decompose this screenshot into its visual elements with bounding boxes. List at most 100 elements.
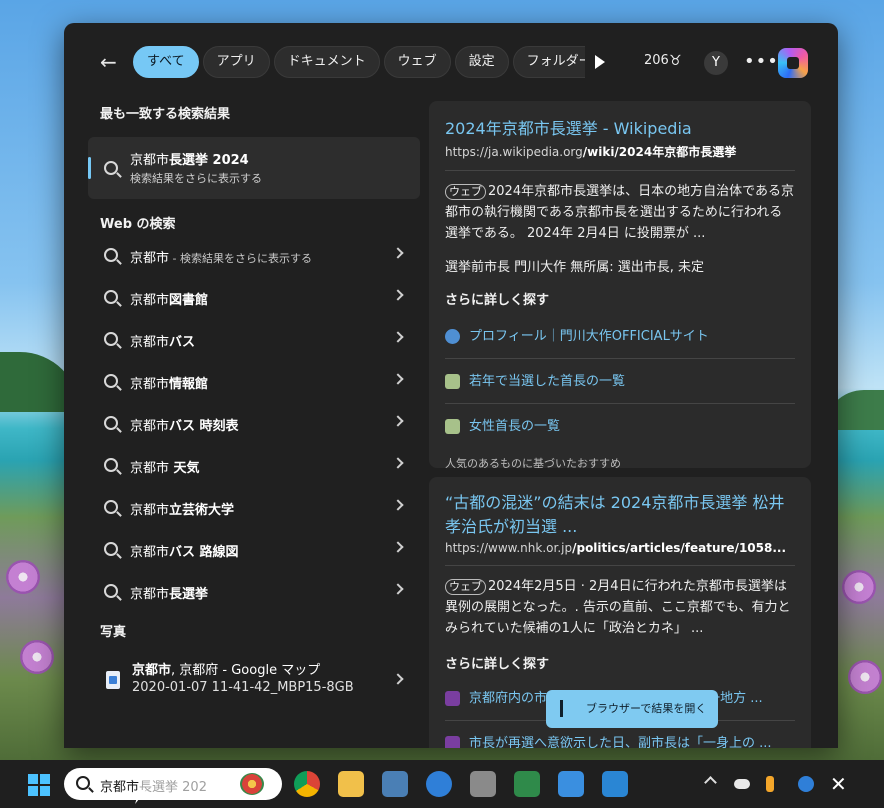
search-icon [104, 332, 118, 346]
related-link[interactable]: 女性首長の一覧 [445, 404, 795, 449]
suggestion-label: 京都市バス [130, 331, 195, 350]
app-icon[interactable] [470, 771, 496, 797]
onedrive-icon[interactable] [734, 779, 750, 789]
open-in-browser-button[interactable]: ブラウザーで結果を開く [546, 690, 718, 728]
app-icon[interactable] [426, 771, 452, 797]
rewards-medal-icon[interactable]: ♉ [669, 53, 682, 69]
explore-more-heading: さらに詳しく探す [445, 293, 550, 308]
search-highlight-icon[interactable] [240, 773, 264, 795]
info-icon [445, 329, 460, 344]
chevron-right-icon[interactable] [392, 373, 404, 385]
close-icon[interactable]: ✕ [830, 772, 847, 796]
app-icon[interactable] [602, 771, 628, 797]
search-icon [76, 776, 90, 790]
chevron-right-icon[interactable] [392, 499, 404, 511]
suggestion-label: 京都市図書館 [130, 289, 208, 308]
search-query-typed: 京都市 [100, 780, 140, 795]
suggestion-label: 京都市立芸術大学 [130, 499, 234, 518]
suggestion-prefix: 京都市 [130, 419, 170, 434]
suggestion-label: 京都市情報館 [130, 373, 208, 392]
selection-accent [88, 157, 91, 179]
best-match-item[interactable]: 京都市長選挙 2024 検索結果をさらに表示する [88, 137, 420, 199]
taskbar-search-box[interactable]: 京都市長選挙 202 [64, 768, 282, 800]
suggestion-bold: 天気 [169, 461, 200, 476]
card-url[interactable]: https://www.nhk.or.jp/politics/articles/… [445, 541, 795, 555]
chip-web[interactable]: ウェブ [383, 46, 451, 78]
web-suggestion[interactable]: 京都市情報館 [88, 361, 420, 403]
chevron-right-icon[interactable] [392, 583, 404, 595]
chevron-right-icon[interactable] [392, 457, 404, 469]
web-tag: ウェブ [445, 579, 486, 595]
card-meta: 選挙前市長 門川大作 無所属: 選出市長, 未定 [445, 260, 705, 275]
web-suggestion[interactable]: 京都市立芸術大学 [88, 487, 420, 529]
chevron-right-icon[interactable] [392, 415, 404, 427]
chip-all[interactable]: すべて [133, 46, 199, 78]
web-suggestion[interactable]: 京都市バス [88, 319, 420, 361]
best-match-heading: 最も一致する検索結果 [100, 107, 231, 122]
search-icon [104, 584, 118, 598]
card-url-base: https://www.nhk.or.jp [445, 541, 573, 555]
web-suggestion-list: 京都市 - 検索結果をさらに表示する 京都市図書館 京都市バス 京都市情報館 京… [88, 235, 420, 613]
suggestion-prefix: 京都市 [130, 377, 170, 392]
search-icon [104, 374, 118, 388]
windows-start-icon[interactable] [28, 774, 50, 796]
photos-app-icon[interactable] [382, 771, 408, 797]
avatar[interactable]: Y [704, 51, 728, 75]
search-icon [104, 161, 118, 175]
card-title-link[interactable]: “古都の混迷”の結末は 2024京都市長選挙 松井孝治氏が初当選 ... [445, 491, 795, 539]
rewards-points[interactable]: 206 [644, 53, 669, 68]
related-link-text: 女性首長の一覧 [469, 419, 561, 434]
more-options-icon[interactable]: ••• [744, 51, 779, 72]
chip-settings[interactable]: 設定 [454, 46, 509, 78]
related-link[interactable]: 若年で当選した首長の一覧 [445, 359, 795, 404]
photo-result[interactable]: 京都市, 京都府 - Google マップ 2020-01-07 11-41-4… [88, 653, 420, 705]
search-icon [104, 290, 118, 304]
photos-heading: 写真 [100, 625, 127, 640]
search-query[interactable]: 京都市長選挙 202 [100, 776, 207, 795]
search-query-suggestion: 長選挙 202 [139, 780, 207, 795]
web-suggestion[interactable]: 京都市バス 路線図 [88, 529, 420, 571]
web-suggestion[interactable]: 京都市長選挙 [88, 571, 420, 613]
app-tray-icon[interactable] [798, 776, 814, 792]
chip-apps[interactable]: アプリ [202, 46, 270, 78]
web-suggestion[interactable]: 京都市図書館 [88, 277, 420, 319]
scroll-chips-right-icon[interactable] [592, 52, 606, 72]
app-icon[interactable] [558, 771, 584, 797]
best-match-title-bold: 長選挙 2024 [169, 153, 249, 168]
suggestion-bold: 長選挙 [169, 587, 209, 602]
card-description: ウェブ 2024年京都市長選挙は、日本の地方自治体である京都市の執行機関である京都… [445, 181, 795, 244]
photo-title-rest: , 京都府 - Google マップ [171, 663, 321, 678]
search-icon [104, 542, 118, 556]
app-tray-icon[interactable] [766, 776, 774, 792]
chevron-right-icon[interactable] [392, 541, 404, 553]
card-title-link[interactable]: 2024年京都市長選挙 - Wikipedia [445, 117, 795, 141]
chip-folders[interactable]: フォルダー [512, 46, 585, 78]
suggestion-hint: - 検索結果をさらに表示する [169, 252, 312, 265]
best-match-title-prefix: 京都市 [130, 153, 170, 168]
app-icon[interactable] [514, 771, 540, 797]
web-suggestion[interactable]: 京都市 天気 [88, 445, 420, 487]
chevron-right-icon[interactable] [392, 331, 404, 343]
web-suggestion[interactable]: 京都市バス 時刻表 [88, 403, 420, 445]
chevron-up-icon[interactable] [704, 776, 717, 789]
photo-title: 京都市, 京都府 - Google マップ [132, 659, 320, 678]
chevron-right-icon[interactable] [392, 673, 404, 685]
chevron-right-icon[interactable] [392, 247, 404, 259]
suggestion-prefix: 京都市 [130, 461, 170, 476]
suggestion-bold: バス 時刻表 [169, 419, 239, 434]
chevron-right-icon[interactable] [392, 289, 404, 301]
related-link[interactable]: プロフィール｜門川大作OFFICIALサイト [445, 314, 795, 359]
suggestion-prefix: 京都市 [130, 587, 170, 602]
copilot-icon[interactable] [778, 48, 808, 78]
web-suggestion[interactable]: 京都市 - 検索結果をさらに表示する [88, 235, 420, 277]
file-explorer-icon[interactable] [338, 771, 364, 797]
nhk-icon [445, 691, 460, 706]
suggestion-prefix: 京都市 [130, 251, 170, 266]
chip-documents[interactable]: ドキュメント [273, 46, 380, 78]
chrome-icon[interactable] [294, 771, 320, 797]
image-file-icon [106, 671, 120, 689]
card-url[interactable]: https://ja.wikipedia.org/wiki/2024年京都市長選… [445, 143, 795, 160]
bing-icon [560, 700, 572, 717]
suggestion-bold: 図書館 [169, 293, 209, 308]
back-arrow-icon[interactable]: ← [100, 51, 122, 73]
